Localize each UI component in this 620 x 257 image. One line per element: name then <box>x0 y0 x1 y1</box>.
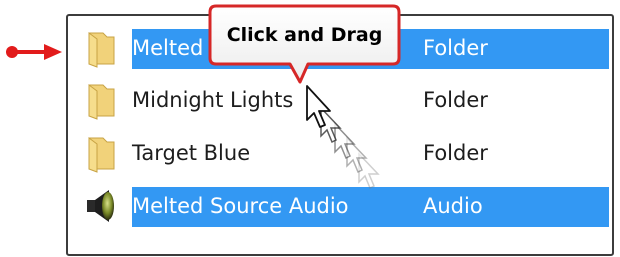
drag-illustration: Melted Folder Midnight Lights Folder Tar… <box>0 0 620 257</box>
red-arrow-icon <box>6 44 62 60</box>
folder-icon <box>88 137 115 173</box>
file-name: Midnight Lights <box>132 88 294 112</box>
file-name: Melted <box>132 36 204 60</box>
click-and-drag-callout: Click and Drag <box>208 4 401 86</box>
file-type: Folder <box>423 141 488 165</box>
folder-icon <box>88 84 115 120</box>
mouse-cursor-drag-trail-icon <box>306 85 380 190</box>
file-name: Target Blue <box>132 141 251 165</box>
file-type: Folder <box>423 36 488 60</box>
file-type: Audio <box>423 194 483 218</box>
speaker-icon <box>87 190 114 222</box>
callout-text: Click and Drag <box>226 24 383 46</box>
folder-icon <box>88 32 115 68</box>
file-type: Folder <box>423 88 488 112</box>
